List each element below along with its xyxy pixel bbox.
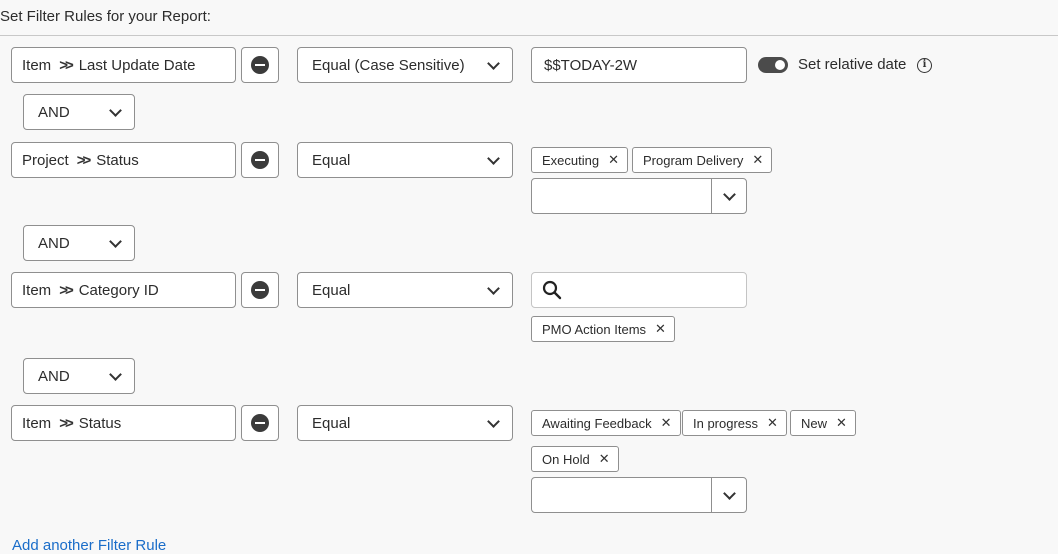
connector-value: AND [38,367,70,385]
combobox-dropdown-button[interactable] [711,179,746,213]
double-chevron-right-icon: >> [59,281,73,299]
field-name-label: Category ID [78,281,159,299]
tag-label: On Hold [542,451,590,467]
close-icon[interactable]: ✕ [752,152,763,168]
chevron-down-icon [487,56,500,70]
close-icon[interactable]: ✕ [661,415,672,431]
operator-select[interactable]: Equal [297,142,513,178]
chevron-down-icon [487,281,500,295]
relative-date-toggle[interactable] [758,57,788,73]
operator-select[interactable]: Equal [297,405,513,441]
value-input[interactable]: $$TODAY-2W [531,47,747,83]
value-tag: New ✕ [790,410,856,436]
value-search-input[interactable] [531,272,747,308]
connector-select[interactable]: AND [23,225,135,261]
minus-circle-icon [251,56,269,74]
close-icon[interactable]: ✕ [599,451,610,467]
tag-label: Executing [542,152,600,168]
field-name-label: Last Update Date [78,56,196,74]
close-icon[interactable]: ✕ [655,321,666,337]
field-object-label: Item [22,281,52,299]
rule-field-selector[interactable]: Item >> Category ID [11,272,236,308]
operator-value: Equal [312,151,351,169]
value-tag: PMO Action Items ✕ [531,316,675,342]
connector-value: AND [38,103,70,121]
combobox-dropdown-button[interactable] [711,478,746,512]
relative-date-label: Set relative date [798,56,907,73]
double-chevron-right-icon: >> [59,414,73,432]
tag-label: PMO Action Items [542,321,647,337]
tag-label: Awaiting Feedback [542,415,652,431]
field-name-label: Status [96,151,139,169]
value-tag: Executing ✕ [531,147,628,173]
operator-value: Equal [312,281,351,299]
rule-field-selector[interactable]: Item >> Status [11,405,236,441]
remove-rule-button[interactable] [241,405,279,441]
field-object-label: Item [22,414,52,432]
chevron-down-icon [109,103,122,117]
info-icon[interactable]: i [917,58,932,73]
search-icon [542,280,562,300]
minus-circle-icon [251,414,269,432]
operator-select[interactable]: Equal (Case Sensitive) [297,47,513,83]
chevron-down-icon [109,234,122,248]
remove-rule-button[interactable] [241,47,279,83]
double-chevron-right-icon: >> [59,56,73,74]
chevron-down-icon [487,414,500,428]
remove-rule-button[interactable] [241,142,279,178]
value-tag: Awaiting Feedback ✕ [531,410,681,436]
minus-circle-icon [251,151,269,169]
value-tag: On Hold ✕ [531,446,619,472]
page-title: Set Filter Rules for your Report: [0,8,211,25]
operator-value: Equal [312,414,351,432]
tag-label: Program Delivery [643,152,744,168]
chevron-down-icon [722,187,736,201]
value-combobox[interactable] [531,178,747,214]
field-object-label: Item [22,56,52,74]
minus-circle-icon [251,281,269,299]
tag-label: In progress [693,415,759,431]
tag-label: New [801,415,828,431]
field-object-label: Project [22,151,69,169]
value-combobox[interactable] [531,477,747,513]
header-divider [0,35,1058,36]
close-icon[interactable]: ✕ [836,415,847,431]
rule-field-selector[interactable]: Item >> Last Update Date [11,47,236,83]
connector-select[interactable]: AND [23,358,135,394]
chevron-down-icon [722,486,736,500]
value-input-text: $$TODAY-2W [544,56,638,74]
rule-field-selector[interactable]: Project >> Status [11,142,236,178]
connector-select[interactable]: AND [23,94,135,130]
chevron-down-icon [487,151,500,165]
close-icon[interactable]: ✕ [767,415,778,431]
operator-value: Equal (Case Sensitive) [312,56,465,74]
close-icon[interactable]: ✕ [608,152,619,168]
field-name-label: Status [78,414,122,432]
chevron-down-icon [109,367,122,381]
operator-select[interactable]: Equal [297,272,513,308]
value-tag: In progress ✕ [682,410,787,436]
connector-value: AND [38,234,70,252]
combobox-input[interactable] [532,179,711,213]
double-chevron-right-icon: >> [76,151,91,169]
remove-rule-button[interactable] [241,272,279,308]
value-tag: Program Delivery ✕ [632,147,773,173]
combobox-input[interactable] [532,478,711,512]
